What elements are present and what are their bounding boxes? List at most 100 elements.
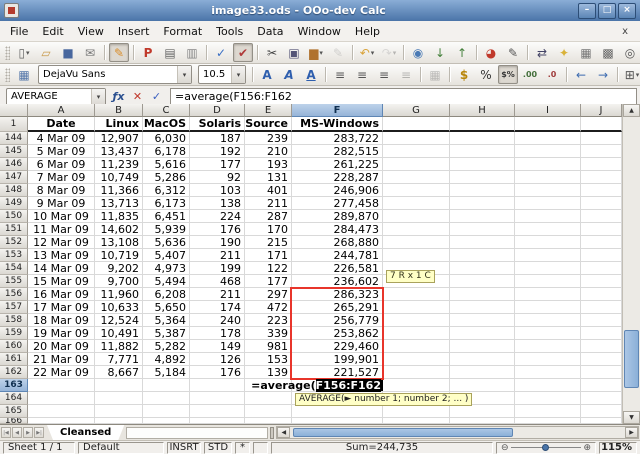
cut-button[interactable]: ✂: [262, 43, 282, 62]
row-header-158[interactable]: 158: [0, 314, 28, 327]
cell-B145[interactable]: 13,437: [95, 145, 143, 158]
cell-F149[interactable]: 277,458: [292, 197, 383, 210]
selection-mode-field[interactable]: STD: [204, 442, 232, 454]
cell-H160[interactable]: [450, 340, 515, 353]
cell-F156[interactable]: 286,323: [292, 288, 383, 301]
spellcheck-button[interactable]: ✓: [211, 43, 231, 62]
cell-E152[interactable]: 215: [245, 236, 292, 249]
cell-G160[interactable]: [383, 340, 450, 353]
cell-B1[interactable]: Linux: [95, 117, 143, 132]
cell-D164[interactable]: [190, 392, 245, 405]
cell-I161[interactable]: [515, 353, 581, 366]
cell-H157[interactable]: [450, 301, 515, 314]
cell-I153[interactable]: [515, 249, 581, 262]
cell-E157[interactable]: 472: [245, 301, 292, 314]
cell-F150[interactable]: 289,870: [292, 210, 383, 223]
cell-C163[interactable]: [143, 379, 190, 392]
cell-J157[interactable]: [581, 301, 622, 314]
cell-B154[interactable]: 9,202: [95, 262, 143, 275]
cell-G149[interactable]: [383, 197, 450, 210]
row-header-150[interactable]: 150: [0, 210, 28, 223]
menu-view[interactable]: View: [71, 23, 111, 40]
cell-B155[interactable]: 9,700: [95, 275, 143, 288]
row-header-159[interactable]: 159: [0, 327, 28, 340]
cell-C156[interactable]: 6,208: [143, 288, 190, 301]
underline-button[interactable]: A: [301, 65, 321, 84]
cell-C151[interactable]: 5,939: [143, 223, 190, 236]
print-button[interactable]: ▤: [160, 43, 180, 62]
align-center-button[interactable]: ≡: [352, 65, 372, 84]
cell-J156[interactable]: [581, 288, 622, 301]
menu-data[interactable]: Data: [250, 23, 290, 40]
cell-J148[interactable]: [581, 184, 622, 197]
row-header-165[interactable]: 165: [0, 405, 28, 418]
name-box[interactable]: AVERAGE ▾: [6, 88, 106, 106]
scroll-down-icon[interactable]: ▼: [623, 411, 640, 424]
col-header-F[interactable]: F: [292, 104, 383, 117]
cell-G153[interactable]: [383, 249, 450, 262]
cell-A154[interactable]: 14 Mar 09: [28, 262, 95, 275]
cell-G156[interactable]: [383, 288, 450, 301]
first-sheet-icon[interactable]: |◀: [1, 427, 11, 438]
cell-D162[interactable]: 176: [190, 366, 245, 379]
grid-corner[interactable]: [0, 104, 28, 117]
cell-I151[interactable]: [515, 223, 581, 236]
cell-H155[interactable]: [450, 275, 515, 288]
cell-F146[interactable]: 261,225: [292, 158, 383, 171]
cell-E158[interactable]: 223: [245, 314, 292, 327]
menu-format[interactable]: Format: [156, 23, 209, 40]
cell-E145[interactable]: 210: [245, 145, 292, 158]
cell-A145[interactable]: 5 Mar 09: [28, 145, 95, 158]
cell-J164[interactable]: [581, 392, 622, 405]
email-button[interactable]: ✉: [80, 43, 100, 62]
horizontal-scrollbar-thumb[interactable]: [293, 428, 513, 437]
cell-E154[interactable]: 122: [245, 262, 292, 275]
cell-C157[interactable]: 5,650: [143, 301, 190, 314]
cell-J146[interactable]: [581, 158, 622, 171]
cell-D154[interactable]: 199: [190, 262, 245, 275]
close-document-button[interactable]: x: [613, 26, 637, 37]
cell-A155[interactable]: 15 Mar 09: [28, 275, 95, 288]
col-header-J[interactable]: J: [581, 104, 622, 117]
cell-C164[interactable]: [143, 392, 190, 405]
cell-A156[interactable]: 16 Mar 09: [28, 288, 95, 301]
cell-E165[interactable]: [245, 405, 292, 418]
function-wizard-button[interactable]: ƒx: [109, 89, 128, 105]
cell-G147[interactable]: [383, 171, 450, 184]
cell-C165[interactable]: [143, 405, 190, 418]
cell-A165[interactable]: [28, 405, 95, 418]
menu-edit[interactable]: Edit: [35, 23, 70, 40]
toolbar-grip[interactable]: [5, 46, 10, 60]
cell-F162[interactable]: 221,527: [292, 366, 383, 379]
row-header-160[interactable]: 160: [0, 340, 28, 353]
cell-F157[interactable]: 265,291: [292, 301, 383, 314]
chevron-down-icon[interactable]: ▾: [91, 89, 105, 105]
cancel-icon[interactable]: ✕: [128, 89, 147, 105]
cell-H147[interactable]: [450, 171, 515, 184]
cell-H150[interactable]: [450, 210, 515, 223]
next-sheet-icon[interactable]: ▶: [23, 427, 33, 438]
cell-E149[interactable]: 211: [245, 197, 292, 210]
cell-D158[interactable]: 240: [190, 314, 245, 327]
cell-C150[interactable]: 6,451: [143, 210, 190, 223]
cell-A160[interactable]: 20 Mar 09: [28, 340, 95, 353]
cell-I149[interactable]: [515, 197, 581, 210]
cell-D145[interactable]: 192: [190, 145, 245, 158]
row-header-153[interactable]: 153: [0, 249, 28, 262]
undo-button[interactable]: ↶▾: [357, 43, 377, 62]
cell-C152[interactable]: 5,636: [143, 236, 190, 249]
cell-A148[interactable]: 8 Mar 09: [28, 184, 95, 197]
col-header-I[interactable]: I: [515, 104, 581, 117]
cell-B150[interactable]: 11,835: [95, 210, 143, 223]
cell-D153[interactable]: 211: [190, 249, 245, 262]
cell-G159[interactable]: [383, 327, 450, 340]
cell-H161[interactable]: [450, 353, 515, 366]
cell-B161[interactable]: 7,771: [95, 353, 143, 366]
cell-J150[interactable]: [581, 210, 622, 223]
zoom-slider-track[interactable]: [511, 447, 582, 448]
row-header-157[interactable]: 157: [0, 301, 28, 314]
cell-G1[interactable]: [383, 117, 450, 132]
cell-J149[interactable]: [581, 197, 622, 210]
cell-E162[interactable]: 139: [245, 366, 292, 379]
zoom-in-icon[interactable]: ⊕: [583, 443, 591, 453]
